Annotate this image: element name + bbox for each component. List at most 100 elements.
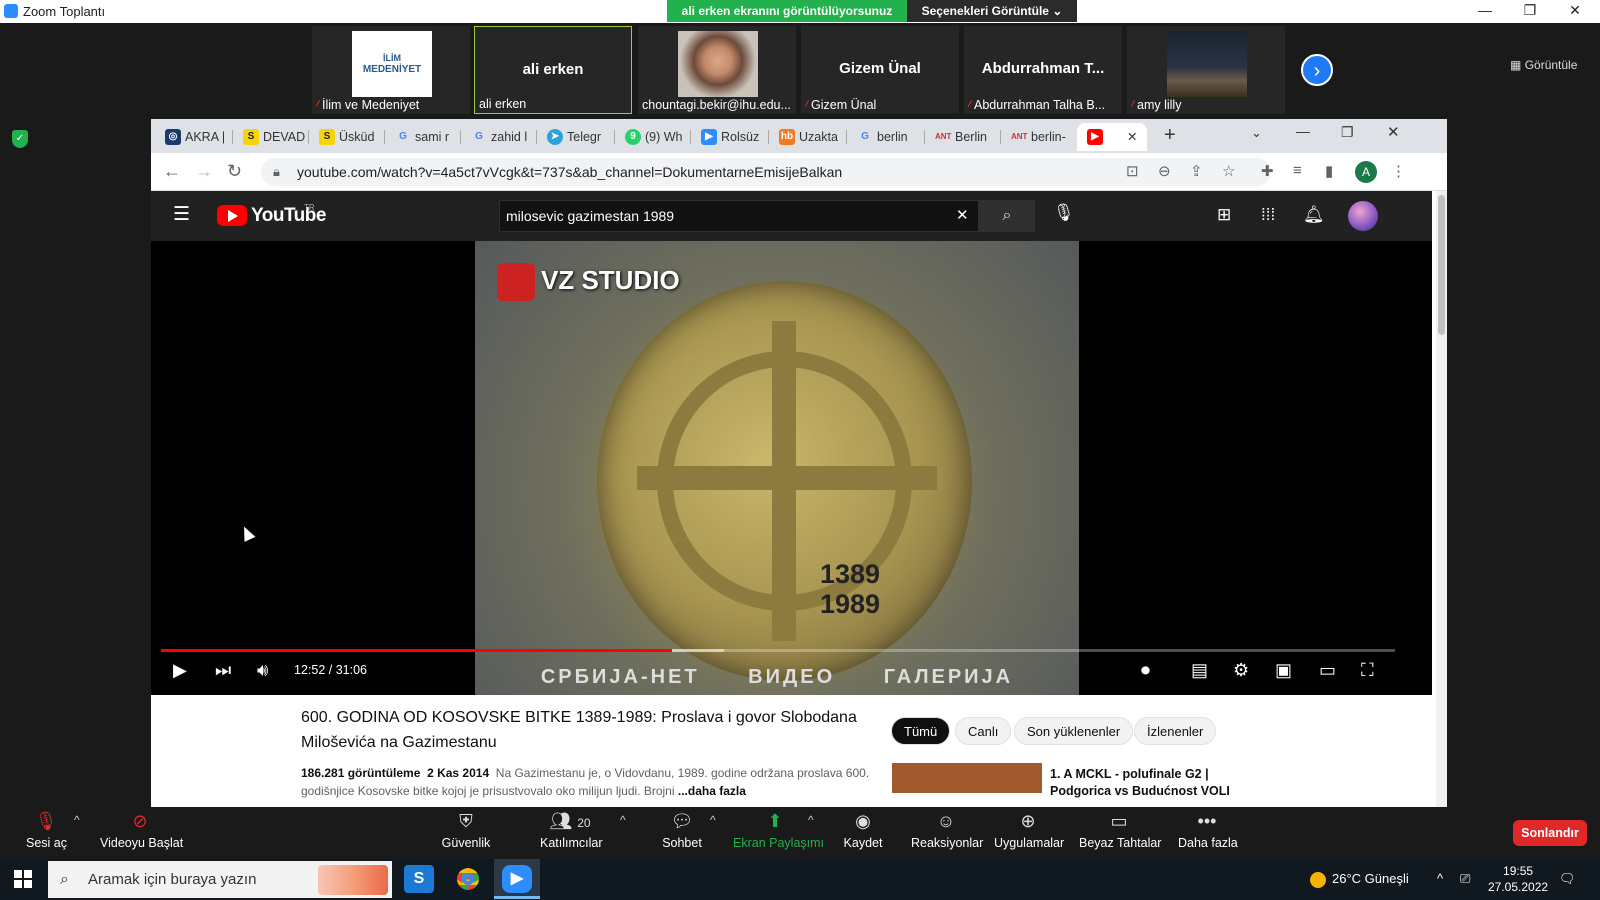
browser-tab[interactable]: S DEVAD bbox=[233, 123, 309, 151]
theater-mode-icon[interactable]: ▭ bbox=[1319, 660, 1336, 681]
browser-tab[interactable]: ANT Berlin bbox=[925, 123, 1001, 151]
participants-button[interactable]: 👥︎ 20 Katılımcılar bbox=[540, 811, 603, 850]
chip-live[interactable]: Canlı bbox=[955, 717, 1012, 745]
tray-expand-icon[interactable]: ^ bbox=[1437, 871, 1443, 886]
subtitles-icon[interactable]: ▤ bbox=[1191, 660, 1208, 681]
whiteboards-button[interactable]: ▭ Beyaz Tahtalar bbox=[1079, 811, 1161, 850]
video-description[interactable]: 186.281 görüntüleme 2 Kas 2014 Na Gazime… bbox=[301, 764, 881, 800]
hamburger-menu-icon[interactable]: ☰ bbox=[173, 203, 190, 226]
record-button[interactable]: ◉ Kaydet bbox=[843, 811, 883, 850]
side-panel-icon[interactable]: ▮ bbox=[1325, 162, 1333, 180]
weather-widget[interactable]: 26°C Güneşli bbox=[1310, 871, 1409, 888]
menu-kebab-icon[interactable]: ⋮ bbox=[1391, 162, 1406, 180]
progress-bar[interactable] bbox=[161, 649, 1395, 652]
browser-tab[interactable]: Gberlin bbox=[847, 123, 925, 151]
profile-avatar[interactable]: A bbox=[1355, 161, 1377, 183]
security-button[interactable]: ⛨ Güvenlik bbox=[441, 811, 491, 850]
participant-tile-speaking[interactable]: ali erken ali erken bbox=[474, 26, 632, 114]
share-icon[interactable]: ⇪ bbox=[1190, 162, 1203, 180]
taskbar-clock[interactable]: 19:55 27.05.2022 bbox=[1488, 863, 1548, 895]
extensions-puzzle-icon[interactable]: ✚ bbox=[1261, 162, 1274, 180]
notifications-bell-icon[interactable]: 🔔︎ bbox=[1303, 205, 1325, 225]
windows-start-icon[interactable] bbox=[14, 870, 32, 888]
chip-all[interactable]: Tümü bbox=[891, 717, 951, 745]
account-avatar[interactable] bbox=[1348, 201, 1378, 231]
minimize-icon[interactable]: — bbox=[1465, 2, 1505, 20]
browser-tab[interactable]: ➤ Telegr bbox=[537, 123, 615, 151]
new-tab-icon[interactable]: + bbox=[1164, 124, 1176, 147]
zoom-app-icon[interactable]: ▶ bbox=[502, 865, 532, 893]
browser-tab[interactable]: Gzahid l bbox=[461, 123, 537, 151]
search-input[interactable]: milosevic gazimestan 1989 ✕ bbox=[499, 200, 979, 232]
show-more-link[interactable]: ...daha fazla bbox=[678, 784, 746, 798]
create-video-icon[interactable]: ⊞ bbox=[1217, 205, 1231, 225]
autoplay-toggle-icon[interactable]: ⏺ bbox=[1141, 660, 1150, 681]
view-options-button[interactable]: Seçenekleri Görüntüle ⌄ bbox=[907, 0, 1077, 22]
clear-search-icon[interactable]: ✕ bbox=[956, 201, 969, 231]
participant-tile[interactable]: Abdurrahman T... ⁄ Abdurrahman Talha B... bbox=[964, 26, 1122, 114]
back-arrow-icon[interactable]: ← bbox=[163, 161, 181, 182]
browser-tab-active[interactable]: ▶ ✕ bbox=[1077, 123, 1147, 151]
apps-grid-icon[interactable]: ⁞⁞⁞ bbox=[1261, 205, 1275, 225]
chat-button[interactable]: 💬︎ Sohbet bbox=[659, 811, 705, 850]
close-tab-icon[interactable]: ✕ bbox=[1127, 123, 1137, 151]
close-window-icon[interactable]: ✕ bbox=[1387, 123, 1400, 141]
page-scrollbar[interactable] bbox=[1436, 191, 1447, 807]
participant-tile[interactable]: İLİM MEDENİYET ⁄ İlim ve Medeniyet bbox=[312, 26, 470, 114]
unmute-button[interactable]: 🎙︎ Sesi aç bbox=[26, 811, 67, 850]
taskbar-search-input[interactable]: ⌕ Aramak için buraya yazın bbox=[48, 861, 392, 898]
browser-tab[interactable]: ▶ Rolsüz bbox=[691, 123, 769, 151]
browser-tab[interactable]: ◎ AKRA | bbox=[155, 123, 233, 151]
play-icon[interactable]: ▶ bbox=[173, 660, 187, 681]
notifications-icon[interactable]: 🗨︎ bbox=[1559, 871, 1576, 887]
start-video-button[interactable]: ⊘ Videoyu Başlat bbox=[100, 811, 183, 850]
gallery-next-icon[interactable]: › bbox=[1301, 54, 1333, 86]
audio-options-caret-icon[interactable]: ^ bbox=[74, 813, 80, 827]
forward-arrow-icon[interactable]: → bbox=[195, 161, 213, 182]
chrome-icon[interactable] bbox=[453, 865, 483, 893]
apps-button[interactable]: ⊕ Uygulamalar bbox=[994, 811, 1064, 850]
network-icon[interactable]: ⎚ bbox=[1460, 871, 1470, 887]
restore-icon[interactable]: ❐ bbox=[1341, 124, 1354, 141]
url-input[interactable]: 🔒︎ youtube.com/watch?v=4a5ct7vVcgk&t=737… bbox=[261, 158, 1271, 186]
browser-tab[interactable]: S Üsküd bbox=[309, 123, 385, 151]
chip-recent[interactable]: Son yüklenenler bbox=[1014, 717, 1134, 745]
install-app-icon[interactable]: ⊡ bbox=[1126, 162, 1139, 180]
browser-tab[interactable]: hb Uzakta bbox=[769, 123, 847, 151]
scrollbar-thumb[interactable] bbox=[1438, 195, 1445, 335]
next-video-icon[interactable]: ⏭︎ bbox=[215, 660, 231, 681]
skype-icon[interactable]: S bbox=[404, 865, 434, 893]
zoom-out-icon[interactable]: ⊖ bbox=[1158, 162, 1171, 180]
chip-watched[interactable]: İzlenenler bbox=[1134, 717, 1217, 745]
recommendation-thumbnail[interactable] bbox=[892, 763, 1042, 793]
fullscreen-icon[interactable]: ⛶ bbox=[1361, 660, 1374, 681]
recommendation-title[interactable]: 1. A MCKL - polufinale G2 | Podgorica vs… bbox=[1050, 766, 1230, 800]
minimize-icon[interactable]: — bbox=[1296, 123, 1310, 139]
chat-caret-icon[interactable]: ^ bbox=[710, 813, 716, 827]
close-window-icon[interactable]: ✕ bbox=[1555, 2, 1595, 20]
media-control-icon[interactable]: ≡ bbox=[1293, 162, 1302, 179]
tab-search-icon[interactable]: ⌄ bbox=[1251, 125, 1262, 141]
gallery-view-button[interactable]: ▦ Görüntüle bbox=[1510, 58, 1577, 72]
participants-caret-icon[interactable]: ^ bbox=[620, 813, 626, 827]
participant-tile[interactable]: Gizem Ünal ⁄ Gizem Ünal bbox=[801, 26, 959, 114]
search-button[interactable]: ⌕ bbox=[979, 200, 1035, 232]
participant-tile[interactable]: ⁄ amy lilly bbox=[1127, 26, 1285, 114]
volume-icon[interactable]: 🔊︎ bbox=[257, 660, 268, 681]
miniplayer-icon[interactable]: ▣ bbox=[1275, 660, 1292, 681]
more-button[interactable]: ••• Daha fazla bbox=[1178, 811, 1238, 850]
settings-gear-icon[interactable]: ⚙ bbox=[1233, 660, 1249, 681]
restore-icon[interactable]: ❐ bbox=[1510, 2, 1550, 20]
video-player[interactable]: VZ STUDIO 1389 1989 СРБИЈА-НЕТ ВИДЕО ГАЛ… bbox=[151, 241, 1432, 695]
youtube-logo-icon[interactable] bbox=[217, 205, 247, 226]
share-screen-button[interactable]: ⬆ Ekran Paylaşımı bbox=[733, 811, 824, 850]
participant-tile[interactable]: chountagi.bekir@ihu.edu... bbox=[638, 26, 796, 114]
reload-icon[interactable]: ↻ bbox=[227, 161, 242, 182]
end-meeting-button[interactable]: Sonlandır bbox=[1513, 820, 1587, 846]
share-caret-icon[interactable]: ^ bbox=[808, 813, 814, 827]
reactions-button[interactable]: ☺ Reaksiyonlar bbox=[911, 811, 983, 850]
browser-tab[interactable]: Gsami r bbox=[385, 123, 461, 151]
bookmark-star-icon[interactable]: ☆ bbox=[1222, 162, 1235, 180]
microphone-icon[interactable]: 🎙︎ bbox=[1053, 203, 1075, 223]
browser-tab[interactable]: 9 (9) Wh bbox=[615, 123, 691, 151]
